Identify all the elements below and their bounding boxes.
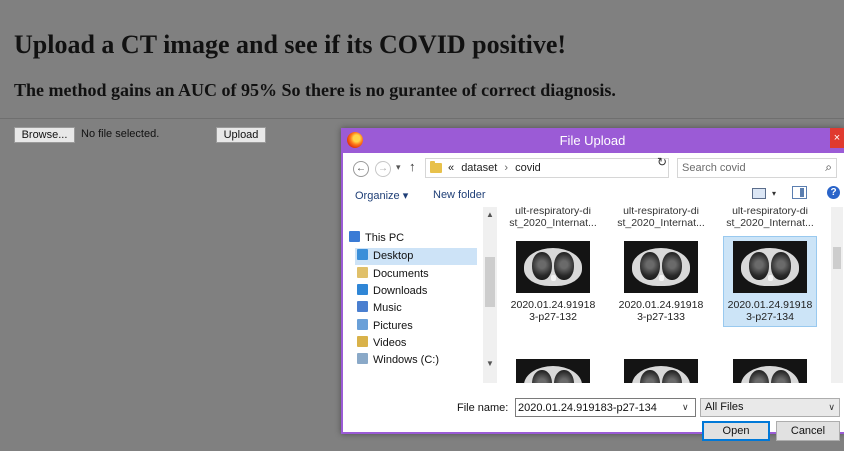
nav-item-this-pc[interactable]: This PC xyxy=(349,230,404,247)
nav-scrollbar[interactable]: ▲ ▼ xyxy=(483,207,497,383)
file-list-scroll-thumb[interactable] xyxy=(833,247,841,269)
search-input[interactable] xyxy=(678,159,820,177)
breadcrumb-overflow[interactable]: « xyxy=(448,162,454,174)
new-folder-button[interactable]: New folder xyxy=(433,189,486,201)
scroll-down-icon[interactable]: ▼ xyxy=(486,359,494,368)
nav-item-videos[interactable]: Videos xyxy=(357,335,406,352)
file-name-line: 3-p27-132 xyxy=(529,311,577,323)
divider xyxy=(0,118,844,119)
nav-item-windows-c[interactable]: Windows (C:) xyxy=(357,352,439,369)
page-subtitle: The method gains an AUC of 95% So there … xyxy=(14,80,616,100)
navigation-pane: This PC Desktop Documents Downloads Musi… xyxy=(343,207,497,383)
downloads-folder-icon xyxy=(357,284,368,295)
file-type-select[interactable]: All Files ∨ xyxy=(700,398,840,417)
file-item-132[interactable]: 2020.01.24.91918 3-p27-132 xyxy=(507,241,599,326)
scroll-up-icon[interactable]: ▲ xyxy=(486,210,494,219)
file-name-line: ult-respiratory-di xyxy=(732,207,808,217)
help-icon[interactable]: ? xyxy=(827,186,840,199)
ct-image-thumbnail xyxy=(733,359,807,383)
dialog-titlebar[interactable]: File Upload × xyxy=(341,128,844,153)
nav-item-pictures[interactable]: Pictures xyxy=(357,318,413,335)
desktop-folder-icon xyxy=(357,249,368,260)
nav-item-label: This PC xyxy=(365,232,405,244)
file-upload-dialog: File Upload × ← → ▾ ↑ « dataset › covid … xyxy=(341,128,844,441)
nav-item-label: Music xyxy=(373,302,402,314)
documents-folder-icon xyxy=(357,267,368,278)
file-item-133[interactable]: 2020.01.24.91918 3-p27-133 xyxy=(615,241,707,326)
breadcrumb-item-covid[interactable]: covid xyxy=(515,162,541,174)
preview-pane-icon[interactable] xyxy=(792,186,807,199)
nav-item-label: Pictures xyxy=(373,320,413,332)
nav-item-documents[interactable]: Documents xyxy=(357,266,429,283)
file-status-text: No file selected. xyxy=(81,128,160,140)
file-name-line: 2020.01.24.91918 xyxy=(618,299,704,311)
browse-button[interactable]: Browse... xyxy=(14,127,75,143)
forward-arrow-icon[interactable]: → xyxy=(375,161,391,177)
organize-menu[interactable]: Organize ▾ xyxy=(355,189,408,202)
file-item[interactable] xyxy=(615,359,707,383)
file-name-line: 3-p27-134 xyxy=(746,311,794,323)
view-options-icon[interactable] xyxy=(752,188,766,199)
ct-image-thumbnail xyxy=(516,241,590,293)
upload-button[interactable]: Upload xyxy=(216,127,266,143)
drive-icon xyxy=(357,353,368,364)
cancel-button[interactable]: Cancel xyxy=(776,421,840,441)
nav-item-label: Windows (C:) xyxy=(373,354,440,366)
close-button[interactable]: × xyxy=(830,128,844,148)
back-arrow-icon[interactable]: ← xyxy=(353,161,369,177)
file-name-line: st_2020_Internat... xyxy=(726,217,814,229)
file-item[interactable]: ult-respiratory-di st_2020_Internat... xyxy=(507,207,599,229)
file-item[interactable]: ult-respiratory-di st_2020_Internat... xyxy=(724,207,816,229)
nav-scroll-thumb[interactable] xyxy=(485,257,495,307)
breadcrumb-separator-icon: › xyxy=(504,162,509,174)
file-name-line: st_2020_Internat... xyxy=(509,217,597,229)
file-name-line: 2020.01.24.91918 xyxy=(727,299,813,311)
ct-image-thumbnail xyxy=(733,241,807,293)
file-list-scrollbar[interactable] xyxy=(831,207,843,383)
search-field[interactable]: ⌕ xyxy=(677,158,837,178)
ct-image-thumbnail xyxy=(624,241,698,293)
file-name-chevron-icon[interactable]: ∨ xyxy=(682,402,689,413)
up-arrow-icon[interactable]: ↑ xyxy=(409,159,416,174)
nav-item-music[interactable]: Music xyxy=(357,300,402,317)
file-list: ult-respiratory-di st_2020_Internat... u… xyxy=(499,207,839,383)
music-folder-icon xyxy=(357,301,368,312)
file-name-line: 3-p27-133 xyxy=(637,311,685,323)
videos-folder-icon xyxy=(357,336,368,347)
file-name-line: ult-respiratory-di xyxy=(515,207,591,217)
file-type-value: All Files xyxy=(705,401,744,413)
file-item[interactable] xyxy=(724,359,816,383)
ct-image-thumbnail xyxy=(516,359,590,383)
chevron-down-icon: ∨ xyxy=(828,402,835,412)
search-icon[interactable]: ⌕ xyxy=(825,160,832,175)
file-item[interactable] xyxy=(507,359,599,383)
refresh-icon[interactable]: ↻ xyxy=(657,155,667,169)
pictures-folder-icon xyxy=(357,319,368,330)
recent-locations-chevron-icon[interactable]: ▾ xyxy=(396,162,401,173)
file-name-line: ult-respiratory-di xyxy=(623,207,699,217)
nav-item-label: Desktop xyxy=(373,250,414,262)
nav-item-label: Downloads xyxy=(373,285,428,297)
nav-item-downloads[interactable]: Downloads xyxy=(357,283,427,300)
nav-item-desktop[interactable]: Desktop xyxy=(355,248,477,265)
dialog-title: File Upload xyxy=(559,133,626,148)
open-button[interactable]: Open xyxy=(702,421,770,441)
nav-item-label: Videos xyxy=(373,337,407,349)
page-title: Upload a CT image and see if its COVID p… xyxy=(14,30,567,59)
address-bar[interactable]: « dataset › covid ∨ xyxy=(425,158,727,178)
file-name-line: 2020.01.24.91918 xyxy=(510,299,596,311)
dialog-body: ← → ▾ ↑ « dataset › covid ∨ ↻ ⌕ Organize… xyxy=(343,153,844,441)
file-name-input[interactable] xyxy=(515,398,696,417)
computer-icon xyxy=(349,231,360,242)
ct-image-thumbnail xyxy=(624,359,698,383)
folder-icon xyxy=(430,161,442,173)
view-options-chevron-icon[interactable]: ▾ xyxy=(772,189,776,198)
file-name-label: File name: xyxy=(457,402,509,414)
breadcrumb: « dataset › covid xyxy=(448,162,541,174)
nav-item-label: Documents xyxy=(373,268,429,280)
file-item[interactable]: ult-respiratory-di st_2020_Internat... xyxy=(615,207,707,229)
file-name-line: st_2020_Internat... xyxy=(617,217,705,229)
breadcrumb-item-dataset[interactable]: dataset xyxy=(461,162,497,174)
file-item-134[interactable]: 2020.01.24.91918 3-p27-134 xyxy=(723,236,817,327)
